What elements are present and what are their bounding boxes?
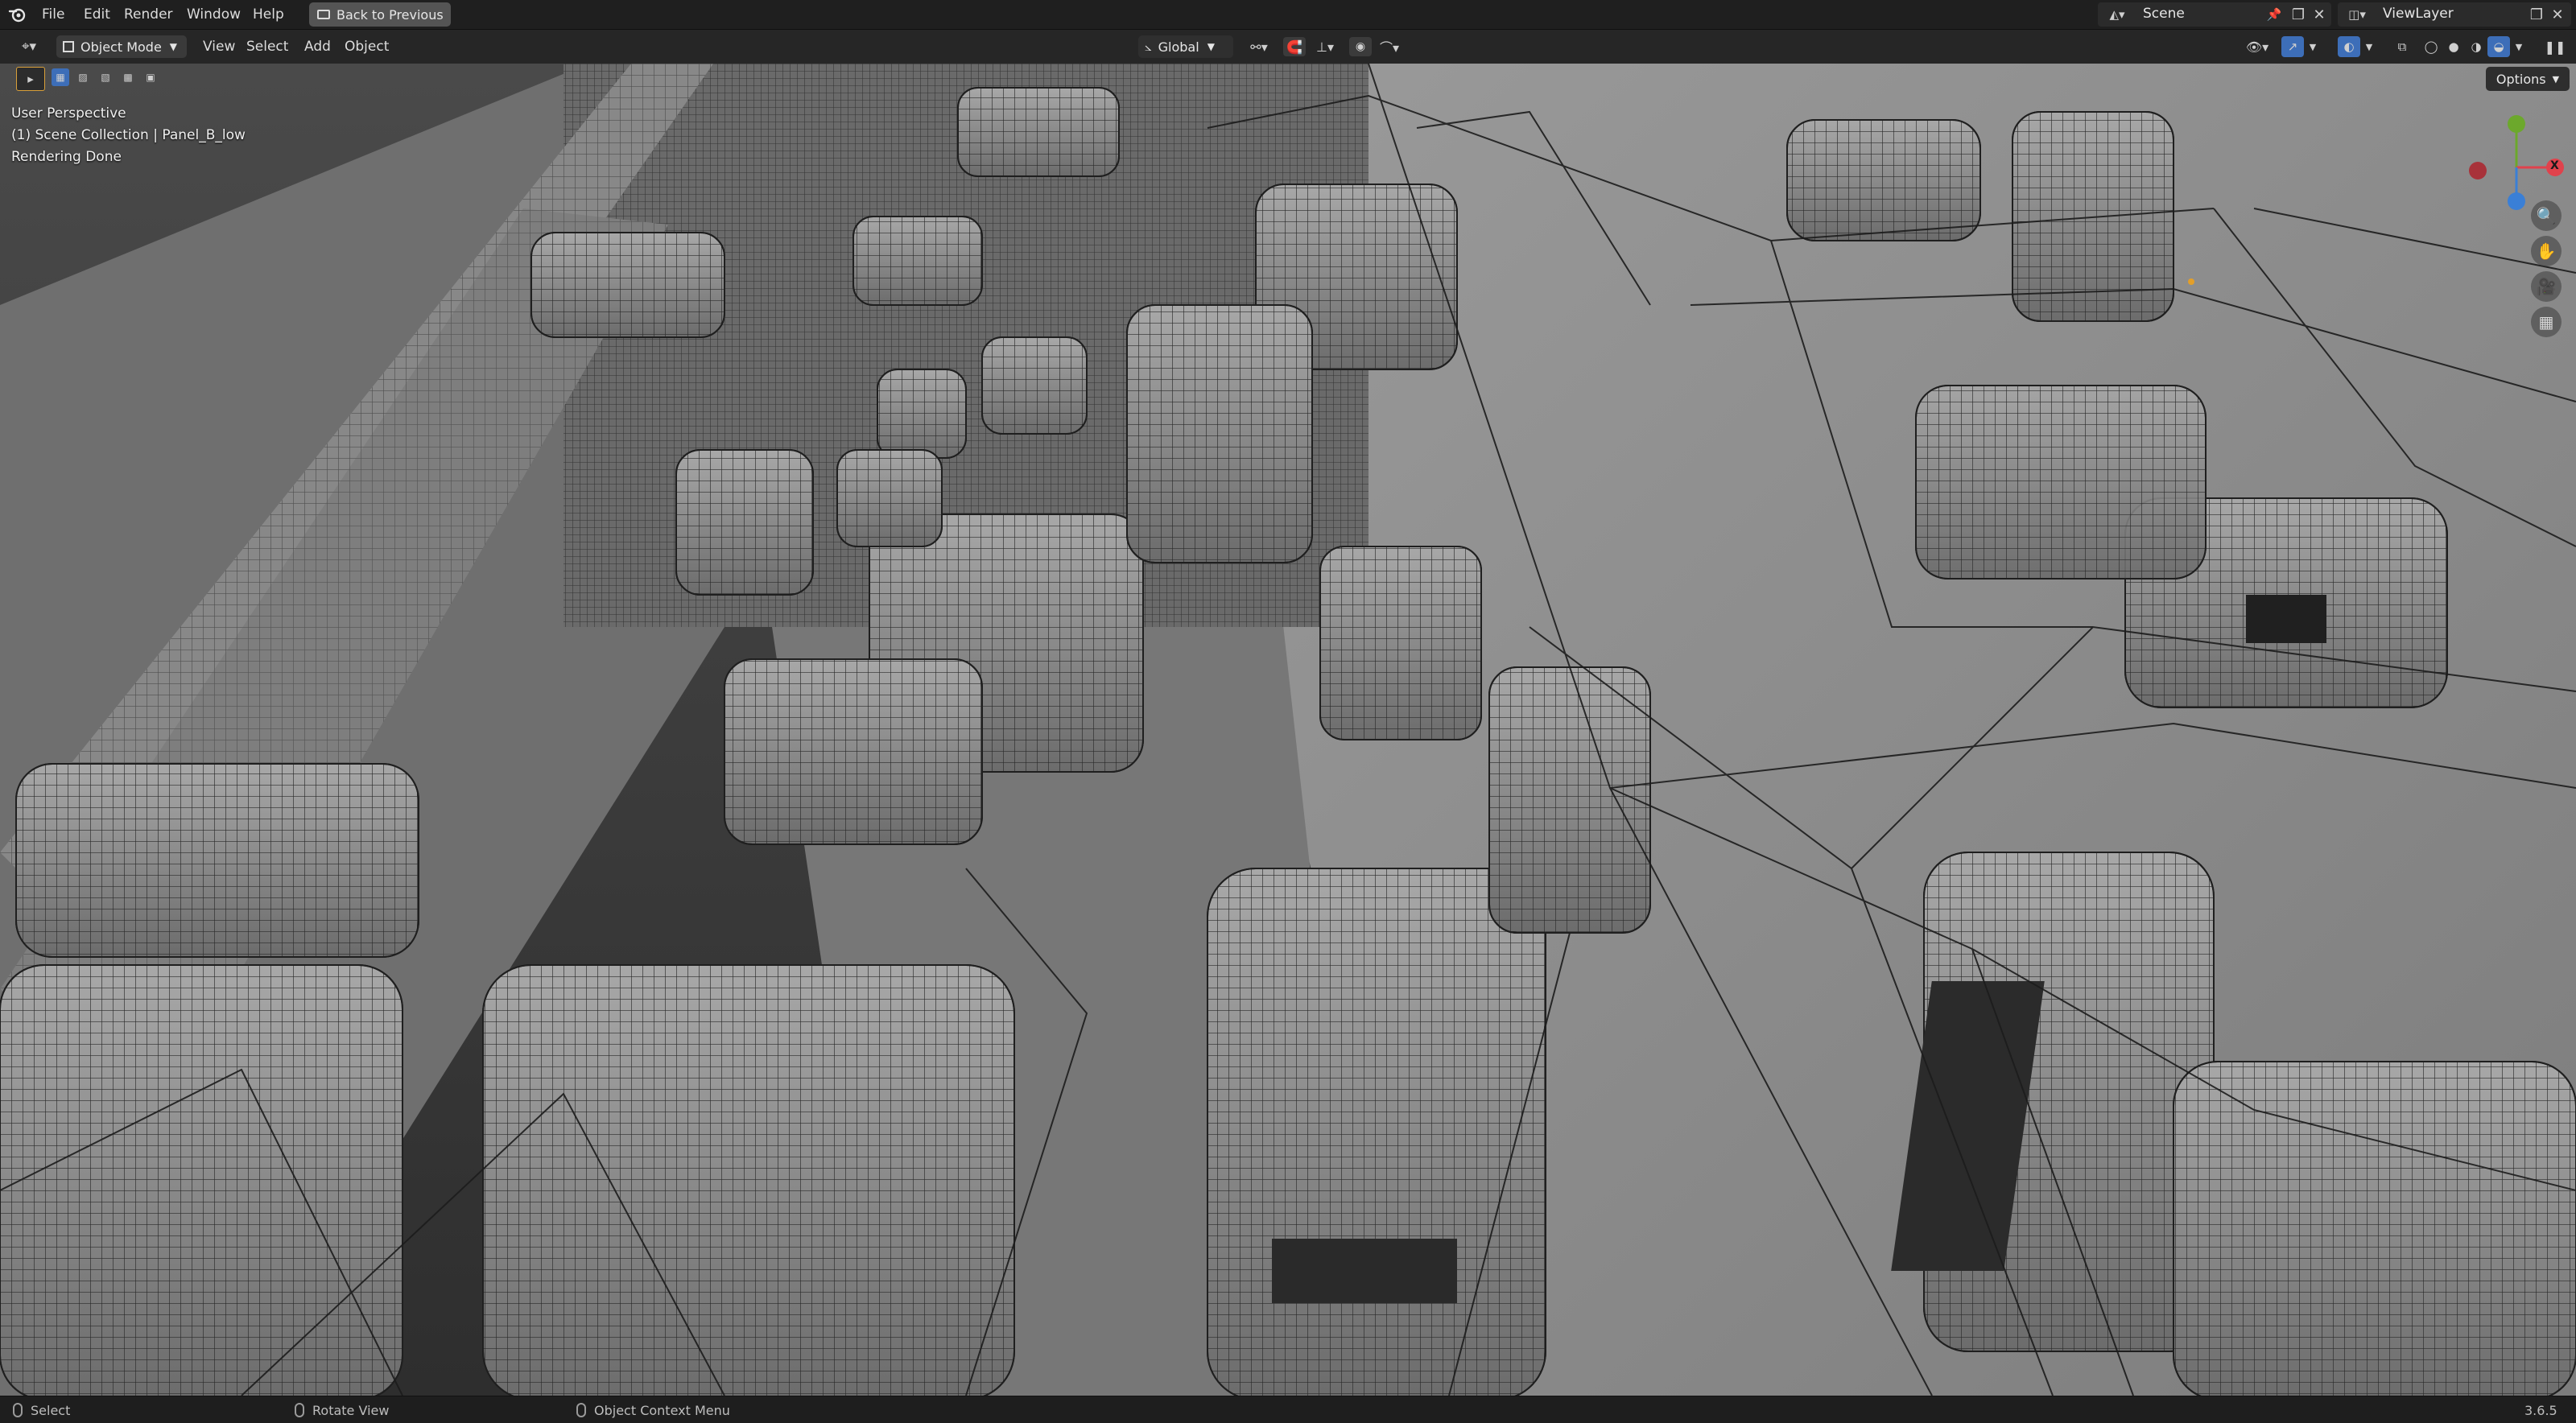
chevron-down-icon: ▼ [1207, 41, 1215, 52]
overlays-toggle-icon[interactable]: ◐ [2338, 36, 2360, 57]
menu-select[interactable]: Select [240, 37, 295, 56]
status-select: Select [13, 1401, 70, 1419]
transform-orientation-selector[interactable]: ⦣ Global ▼ [1138, 35, 1233, 58]
object-mode-icon [63, 41, 74, 52]
orientation-label: Global [1158, 39, 1199, 55]
mesh-wireframe-render [0, 64, 2576, 1396]
select-tool-icon[interactable]: ▸ [16, 67, 45, 91]
select-intersect-icon[interactable]: ▣ [142, 68, 159, 86]
menu-window[interactable]: Window [180, 5, 247, 24]
gizmo-dropdown-icon[interactable]: ▼ [2306, 38, 2320, 56]
material-shading-icon[interactable]: ◑ [2465, 36, 2487, 57]
snap-icon[interactable]: 🧲 [1283, 37, 1306, 56]
solid-shading-icon[interactable]: ● [2442, 36, 2465, 57]
orientation-icon: ⦣ [1145, 39, 1152, 54]
scene-selector[interactable]: ◭▾ Scene 📌 ❐ ✕ [2098, 2, 2331, 27]
menu-help[interactable]: Help [246, 5, 291, 24]
mode-label: Object Mode [80, 39, 162, 55]
editor-type-icon[interactable]: ⌖▾ [11, 38, 47, 56]
wireframe-shading-icon[interactable]: ◯ [2420, 36, 2442, 57]
sidebar-toggle-icon[interactable]: ❚❚ [2544, 36, 2566, 57]
view-layer-name: ViewLayer [2383, 6, 2454, 22]
menu-object[interactable]: Object [338, 37, 395, 56]
chevron-down-icon: ▼ [169, 41, 178, 52]
status-rotate-label: Rotate View [312, 1402, 390, 1418]
new-view-layer-icon[interactable]: ❐ [2528, 6, 2545, 23]
viewport-status-label: Rendering Done [11, 149, 122, 165]
view-layer-selector[interactable]: ◫▾ ViewLayer ❐ ✕ [2338, 2, 2571, 27]
viewport-collection-label: (1) Scene Collection | Panel_B_low [11, 127, 246, 143]
falloff-icon[interactable]: ⌒▾ [1375, 38, 1404, 56]
options-label: Options [2496, 71, 2546, 87]
3d-viewport[interactable]: ▸ ▦ ▨ ▧ ▩ ▣ Options ▼ User Perspective (… [0, 64, 2576, 1396]
select-invert-icon[interactable]: ▩ [119, 68, 137, 86]
back-to-previous-button[interactable]: Back to Previous [309, 2, 451, 27]
shading-dropdown-icon[interactable]: ▼ [2512, 38, 2526, 56]
status-bar: Select Rotate View Object Context Menu 3… [0, 1396, 2576, 1423]
delete-view-layer-icon[interactable]: ✕ [2549, 6, 2566, 23]
visibility-icon[interactable]: 👁▾ [2241, 38, 2273, 56]
gizmo-toggle-icon[interactable]: ↗ [2281, 36, 2304, 57]
menu-file[interactable]: File [35, 5, 71, 24]
new-scene-icon[interactable]: ❐ [2289, 6, 2307, 23]
back-icon [317, 10, 330, 19]
view-layer-icon: ◫▾ [2348, 7, 2366, 22]
select-subtract-icon[interactable]: ▧ [97, 68, 114, 86]
options-button[interactable]: Options ▼ [2486, 67, 2570, 91]
scene-icon: ◭▾ [2109, 7, 2125, 22]
status-context: Object Context Menu [576, 1401, 730, 1419]
pin-icon[interactable]: 📌 [2265, 6, 2283, 23]
proportional-edit-icon[interactable]: ◉ [1349, 37, 1372, 56]
left-mouse-icon [13, 1403, 23, 1417]
select-extend-icon[interactable]: ▨ [74, 68, 92, 86]
status-rotate: Rotate View [295, 1401, 389, 1419]
blender-logo-icon[interactable] [6, 5, 27, 24]
perspective-grid-icon[interactable]: ▦ [2531, 307, 2562, 337]
pivot-icon[interactable]: ⚯▾ [1243, 38, 1275, 56]
status-select-label: Select [31, 1402, 71, 1418]
select-box-icon[interactable]: ▦ [52, 68, 69, 86]
viewport-perspective-label: User Perspective [11, 105, 126, 122]
chevron-down-icon: ▼ [2552, 73, 2560, 85]
camera-view-icon[interactable]: 🎥 [2531, 271, 2562, 302]
menu-view[interactable]: View [196, 37, 242, 56]
menu-render[interactable]: Render [118, 5, 180, 24]
middle-mouse-icon [295, 1403, 304, 1417]
scene-name: Scene [2143, 6, 2185, 22]
pan-hand-icon[interactable]: ✋ [2531, 236, 2562, 266]
overlays-dropdown-icon[interactable]: ▼ [2362, 38, 2376, 56]
zoom-icon[interactable]: 🔍 [2531, 200, 2562, 231]
delete-scene-icon[interactable]: ✕ [2310, 6, 2328, 23]
top-bar: File Edit Render Window Help Back to Pre… [0, 0, 2576, 30]
mode-selector[interactable]: Object Mode ▼ [56, 35, 187, 58]
object-origin-dot [2188, 278, 2194, 285]
right-mouse-icon [576, 1403, 586, 1417]
status-context-label: Object Context Menu [594, 1402, 730, 1418]
rendered-shading-icon[interactable]: ◒ [2487, 36, 2510, 57]
xray-toggle-icon[interactable]: ⧉ [2391, 36, 2413, 57]
viewport-header: ⌖▾ Object Mode ▼ View Select Add Object … [0, 30, 2576, 64]
snap-target-icon[interactable]: ⊥▾ [1307, 38, 1343, 56]
gizmo-x-label: X [2550, 159, 2559, 172]
menu-edit[interactable]: Edit [77, 5, 117, 24]
version-label: 3.6.5 [2524, 1402, 2557, 1418]
back-to-previous-label: Back to Previous [336, 6, 444, 23]
menu-add[interactable]: Add [298, 37, 337, 56]
